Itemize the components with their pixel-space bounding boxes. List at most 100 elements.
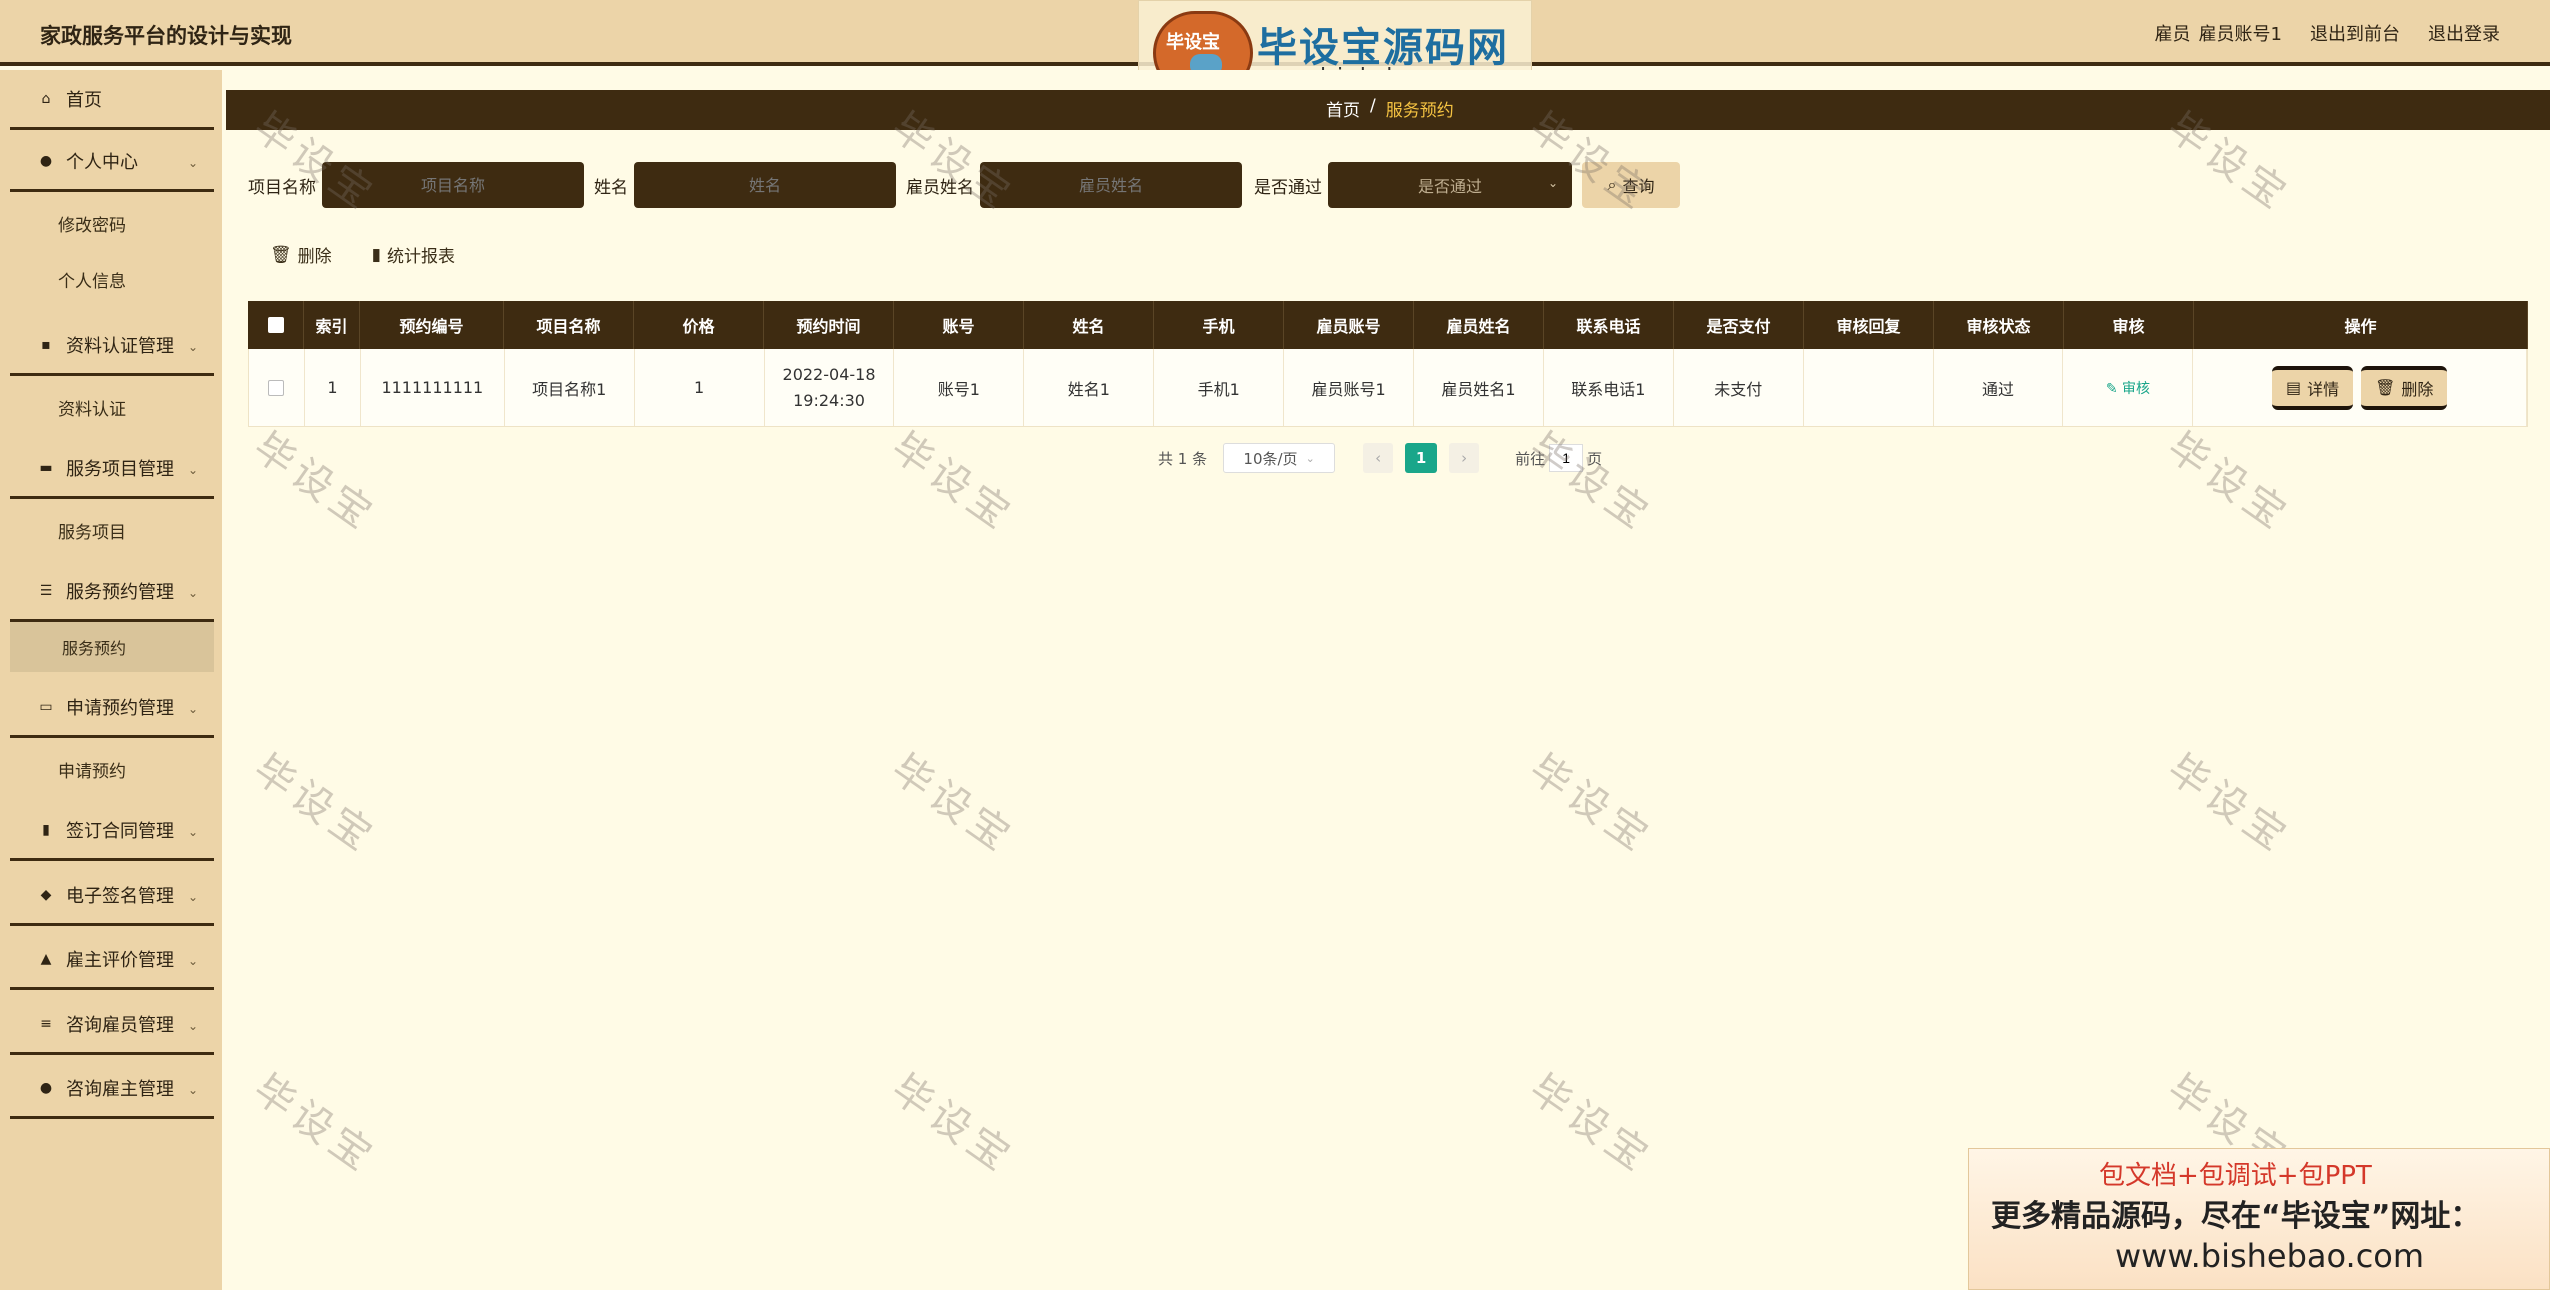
logout-link[interactable]: 退出登录 — [2428, 20, 2500, 46]
cell-phone: 手机1 — [1154, 349, 1285, 426]
promo-line-1: 包文档+包调试+包PPT — [2099, 1161, 2372, 1191]
passed-select[interactable]: 是否通过 ⌄ — [1328, 162, 1572, 208]
sidebar-subitem-service-booking[interactable]: 服务预约 — [10, 622, 214, 672]
sidebar-item-cert-mgmt[interactable]: ▪ 资料认证管理 ⌄ — [10, 316, 214, 376]
header-cell: 姓名 — [1024, 301, 1154, 349]
cell-operations: ▤ 详情 🗑 删除 — [2193, 349, 2528, 426]
action-toolbar: 🗑 删除 ▮ 统计报表 — [270, 242, 455, 268]
header-cell: 价格 — [634, 301, 764, 349]
sidebar-item-label: 电子签名管理 — [66, 885, 174, 907]
cell-booking-no: 1111111111 — [361, 349, 505, 426]
sidebar-item-apply-mgmt[interactable]: ▭ 申请预约管理 ⌄ — [10, 678, 214, 738]
sidebar-item-contract-mgmt[interactable]: ▮ 签订合同管理 ⌄ — [10, 801, 214, 861]
sidebar-item-esign-mgmt[interactable]: ◆ 电子签名管理 ⌄ — [10, 866, 214, 926]
user-icon: ● — [39, 152, 53, 169]
chevron-right-icon: › — [1461, 449, 1468, 467]
delete-button-label: 删除 — [297, 247, 332, 267]
cell-status: 通过 — [1934, 349, 2064, 426]
project-name-input[interactable] — [322, 162, 584, 208]
select-all-checkbox[interactable] — [267, 317, 284, 333]
sidebar-item-consult-employer-mgmt[interactable]: ● 咨询雇主管理 ⌄ — [10, 1059, 214, 1119]
row-select[interactable] — [249, 349, 305, 426]
chevron-down-icon: ⌄ — [187, 954, 198, 968]
chevron-down-icon: ⌄ — [187, 340, 198, 354]
sidebar-item-label: 咨询雇主管理 — [66, 1078, 174, 1100]
project-name-label: 项目名称 — [248, 177, 316, 198]
employee-name-input[interactable] — [980, 162, 1242, 208]
sidebar-subitem-change-password[interactable]: 修改密码 — [10, 198, 214, 248]
sidebar-subitem-service-item[interactable]: 服务项目 — [10, 505, 214, 555]
detail-button[interactable]: ▤ 详情 — [2271, 365, 2354, 410]
sidebar-item-service-item-mgmt[interactable]: ▬ 服务项目管理 ⌄ — [10, 439, 214, 499]
passed-label: 是否通过 — [1254, 177, 1322, 198]
header-cell: 索引 — [304, 301, 360, 349]
sidebar-subitem-profile[interactable]: 个人信息 — [10, 254, 214, 304]
breadcrumb-current: 服务预约 — [1385, 101, 1454, 121]
employee-name-label: 雇员姓名 — [906, 177, 974, 198]
search-bar: 项目名称 姓名 雇员姓名 是否通过 是否通过 ⌄ ⌕ 查询 — [248, 162, 1680, 208]
bar-chart-icon: ▮ — [42, 821, 50, 838]
sidebar-item-consult-employee-mgmt[interactable]: ≡ 咨询雇员管理 ⌄ — [10, 995, 214, 1055]
header-select-all[interactable] — [248, 301, 304, 349]
document-icon: ▪ — [41, 336, 51, 353]
chevron-down-icon: ⌄ — [1547, 176, 1558, 190]
cell-employee-name: 雇员姓名1 — [1414, 349, 1544, 426]
page-number-button[interactable]: 1 — [1405, 443, 1438, 473]
cell-project: 项目名称1 — [505, 349, 635, 426]
user-role: 雇员 — [2154, 24, 2191, 45]
promo-banner[interactable]: 包文档+包调试+包PPT 更多精品源码，尽在“毕设宝”网址： www.bishe… — [1968, 1148, 2550, 1290]
header-cell: 审核状态 — [1934, 301, 2064, 349]
sidebar-item-personal[interactable]: ● 个人中心 ⌄ — [10, 132, 214, 192]
page-size-value: 10条/页 — [1243, 449, 1298, 468]
sidebar-item-label: 雇主评价管理 — [66, 949, 174, 971]
report-button-label: 统计报表 — [386, 247, 455, 267]
cell-price: 1 — [635, 349, 765, 426]
cell-name: 姓名1 — [1024, 349, 1155, 426]
breadcrumb: 首页 / 服务预约 — [1326, 96, 1454, 121]
sidebar-subitem-apply[interactable]: 申请预约 — [10, 744, 214, 794]
document-icon: ▤ — [2285, 378, 2302, 397]
row-delete-button-label: 删除 — [2401, 379, 2434, 399]
breadcrumb-home[interactable]: 首页 — [1326, 96, 1360, 121]
name-input[interactable] — [634, 162, 896, 208]
row-checkbox[interactable] — [268, 379, 285, 396]
current-user: 雇员 雇员账号1 — [2155, 20, 2282, 46]
table-row: 1 1111111111 项目名称1 1 2022-04-18 19:24:30… — [248, 349, 2528, 427]
page-size-select[interactable]: 10条/页 ⌄ — [1223, 443, 1336, 473]
next-page-button[interactable]: › — [1449, 443, 1480, 473]
report-button[interactable]: ▮ 统计报表 — [372, 242, 455, 268]
table-header: 索引 预约编号 项目名称 价格 预约时间 账号 姓名 手机 雇员账号 雇员姓名 … — [248, 301, 2528, 349]
chevron-down-icon: ⌄ — [187, 586, 198, 600]
app-title: 家政服务平台的设计与实现 — [40, 24, 292, 48]
chevron-down-icon: ⌄ — [187, 156, 198, 170]
cell-index: 1 — [305, 349, 361, 426]
thumbs-up-icon: ▲ — [40, 950, 52, 967]
chevron-left-icon: ‹ — [1375, 449, 1382, 467]
promo-line-3: www.bishebao.com — [2115, 1237, 2425, 1275]
sidebar-item-label: 个人中心 — [66, 151, 138, 173]
audit-link[interactable]: ✎ 审核 — [2106, 378, 2150, 398]
sidebar-item-home[interactable]: ⌂ 首页 — [10, 70, 214, 130]
chevron-down-icon: ⌄ — [1305, 451, 1315, 465]
header-cell: 操作 — [2194, 301, 2528, 349]
row-delete-button[interactable]: 🗑 删除 — [2361, 365, 2448, 410]
sidebar-item-service-booking-mgmt[interactable]: ☰ 服务预约管理 ⌄ — [10, 562, 214, 622]
sidebar-subitem-cert[interactable]: 资料认证 — [10, 382, 214, 432]
header-cell: 是否支付 — [1674, 301, 1804, 349]
cell-contact: 联系电话1 — [1544, 349, 1674, 426]
header-cell: 项目名称 — [504, 301, 634, 349]
query-button[interactable]: ⌕ 查询 — [1582, 162, 1680, 208]
delete-button[interactable]: 🗑 删除 — [270, 242, 332, 268]
logo-seal-text: 毕设宝 — [1166, 32, 1220, 53]
sidebar-item-review-mgmt[interactable]: ▲ 雇主评价管理 ⌄ — [10, 930, 214, 990]
goto-page-input[interactable] — [1549, 444, 1584, 472]
chevron-down-icon: ⌄ — [187, 890, 198, 904]
exit-to-front-link[interactable]: 退出到前台 — [2310, 20, 2400, 46]
goto-prefix: 前往 — [1515, 449, 1546, 468]
cell-time: 2022-04-18 19:24:30 — [765, 349, 895, 426]
booking-table: 索引 预约编号 项目名称 价格 预约时间 账号 姓名 手机 雇员账号 雇员姓名 … — [248, 301, 2528, 427]
chevron-down-icon: ⌄ — [187, 1019, 198, 1033]
sidebar-item-label: 签订合同管理 — [66, 820, 174, 842]
pin-icon: ◆ — [40, 886, 52, 903]
prev-page-button[interactable]: ‹ — [1363, 443, 1394, 473]
